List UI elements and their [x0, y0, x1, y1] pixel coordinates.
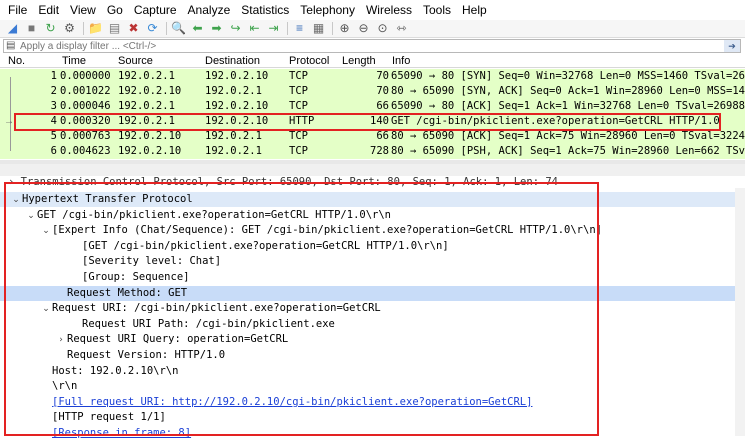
packet-cell-len: 66 [376, 130, 389, 142]
packet-cell-src: 192.0.2.1 [118, 100, 175, 112]
packet-cell-src: 192.0.2.10 [118, 130, 182, 142]
menu-telephony[interactable]: Telephony [300, 0, 355, 20]
menu-bar: File Edit View Go Capture Analyze Statistics Te… [0, 0, 745, 20]
toolbar-separator [166, 22, 167, 35]
packet-cell-src: 192.0.2.10 [118, 145, 182, 157]
zoom-normal-icon[interactable]: ⊙ [374, 21, 391, 36]
packet-cell-no: 3 [50, 100, 57, 112]
close-file-icon[interactable]: ✖ [125, 21, 142, 36]
packet-row[interactable]: 3 0.000046 192.0.2.1 192.0.2.10 TCP 66 65090 →… [0, 99, 745, 114]
toolbar-separator [287, 22, 288, 35]
menu-statistics[interactable]: Statistics [241, 0, 289, 20]
packet-cell-dst: 192.0.2.1 [205, 130, 262, 142]
autoscroll-icon[interactable]: ≡ [291, 21, 308, 36]
go-to-packet-icon[interactable]: ↪ [227, 21, 244, 36]
display-filter-bar: ▤ ➔ [3, 39, 741, 53]
find-magnifier-icon[interactable]: 🔍 [170, 21, 187, 36]
column-header-source[interactable]: Source [118, 55, 153, 67]
selected-packet-arrow-icon: → [4, 116, 14, 127]
packet-cell-len: 70 [376, 70, 389, 82]
packet-list-pane: No. Time Source Destination Protocol Len… [0, 54, 745, 160]
horizontal-scrollbar[interactable] [0, 164, 745, 176]
packet-cell-no: 5 [50, 130, 57, 142]
forward-arrow-icon[interactable]: ➡ [208, 21, 225, 36]
options-gear-icon[interactable]: ⚙ [61, 21, 78, 36]
packet-cell-time: 0.001022 [60, 85, 111, 97]
stop-square-icon[interactable]: ■ [23, 21, 40, 36]
packet-cell-proto: TCP [289, 100, 308, 112]
zoom-out-icon[interactable]: ⊖ [355, 21, 372, 36]
vertical-scrollbar[interactable] [735, 188, 745, 436]
column-header-time[interactable]: Time [62, 55, 86, 67]
conversation-bracket [10, 77, 11, 151]
packet-cell-len: 728 [370, 145, 389, 157]
packet-details-pane: › Transmission Control Protocol, Src Por… [0, 176, 745, 443]
save-file-icon[interactable]: ▤ [106, 21, 123, 36]
main-toolbar: ◢ ■ ↻ ⚙ 📁 ▤ ✖ ⟳ 🔍 ⬅ ➡ ↪ ⇤ ⇥ ≡ ▦ ⊕ ⊖ ⊙ ⇿ [0, 20, 745, 38]
packet-cell-no: 1 [50, 70, 57, 82]
packet-cell-info: 80 → 65090 [PSH, ACK] Seq=1 Ack=75 Win=2… [391, 145, 745, 157]
packet-row[interactable]: 1 0.000000 192.0.2.1 192.0.2.10 TCP 70 65090 →… [0, 69, 745, 84]
packet-row[interactable]: 6 0.004623 192.0.2.10 192.0.2.1 TCP 728 80 → 6… [0, 144, 745, 159]
bookmark-icon[interactable]: ▤ [6, 40, 15, 51]
display-filter-input[interactable] [4, 40, 724, 52]
packet-cell-info: 80 → 65090 [ACK] Seq=1 Ack=75 Win=28960 … [391, 130, 745, 142]
packet-list-header: No. Time Source Destination Protocol Len… [0, 54, 745, 68]
packet-cell-src: 192.0.2.1 [118, 70, 175, 82]
packet-cell-time: 0.000000 [60, 70, 111, 82]
packet-cell-dst: 192.0.2.1 [205, 85, 262, 97]
column-header-destination[interactable]: Destination [205, 55, 260, 67]
last-packet-icon[interactable]: ⇥ [265, 21, 282, 36]
resize-columns-icon[interactable]: ⇿ [393, 21, 410, 36]
packet-cell-len: 66 [376, 100, 389, 112]
packet-row[interactable]: 2 0.001022 192.0.2.10 192.0.2.1 TCP 70 80 → 65… [0, 84, 745, 99]
back-arrow-icon[interactable]: ⬅ [189, 21, 206, 36]
open-folder-icon[interactable]: 📁 [87, 21, 104, 36]
packet-cell-dst: 192.0.2.1 [205, 145, 262, 157]
toolbar-separator [332, 22, 333, 35]
packet-cell-dst: 192.0.2.10 [205, 70, 269, 82]
toolbar-separator [83, 22, 84, 35]
packet-cell-time: 0.000046 [60, 100, 111, 112]
menu-analyze[interactable]: Analyze [188, 0, 231, 20]
menu-go[interactable]: Go [107, 0, 123, 20]
packet-cell-dst: 192.0.2.10 [205, 100, 269, 112]
packet-cell-proto: TCP [289, 85, 308, 97]
menu-edit[interactable]: Edit [38, 0, 59, 20]
packet-cell-proto: TCP [289, 145, 308, 157]
column-header-protocol[interactable]: Protocol [289, 55, 329, 67]
restart-icon[interactable]: ↻ [42, 21, 59, 36]
menu-capture[interactable]: Capture [134, 0, 177, 20]
menu-tools[interactable]: Tools [423, 0, 451, 20]
zoom-in-icon[interactable]: ⊕ [336, 21, 353, 36]
packet-cell-no: 6 [50, 145, 57, 157]
column-header-info[interactable]: Info [392, 55, 410, 67]
packet-row[interactable]: 5 0.000763 192.0.2.10 192.0.2.1 TCP 66 80 → 65… [0, 129, 745, 144]
packet-cell-src: 192.0.2.10 [118, 85, 182, 97]
packet-cell-proto: TCP [289, 70, 308, 82]
menu-file[interactable]: File [8, 0, 27, 20]
colorize-icon[interactable]: ▦ [310, 21, 327, 36]
packet-cell-info: 65090 → 80 [ACK] Seq=1 Ack=1 Win=32768 L… [391, 100, 745, 112]
reload-icon[interactable]: ⟳ [144, 21, 161, 36]
column-header-no[interactable]: No. [8, 55, 25, 67]
packet-cell-info: 65090 → 80 [SYN] Seq=0 Win=32768 Len=0 M… [391, 70, 745, 82]
packet-cell-no: 2 [50, 85, 57, 97]
packet-cell-time: 0.000763 [60, 130, 111, 142]
column-header-length[interactable]: Length [342, 55, 376, 67]
highlight-box-http-details [4, 182, 599, 436]
highlight-box-packet-4 [14, 113, 721, 131]
first-packet-icon[interactable]: ⇤ [246, 21, 263, 36]
packet-cell-info: 80 → 65090 [SYN, ACK] Seq=0 Ack=1 Win=28… [391, 85, 745, 97]
packet-cell-proto: TCP [289, 130, 308, 142]
apply-filter-arrow-icon[interactable]: ➔ [724, 40, 740, 52]
menu-help[interactable]: Help [462, 0, 487, 20]
menu-view[interactable]: View [70, 0, 96, 20]
packet-cell-time: 0.004623 [60, 145, 111, 157]
shark-fin-start-icon[interactable]: ◢ [4, 21, 21, 36]
packet-cell-len: 70 [376, 85, 389, 97]
menu-wireless[interactable]: Wireless [366, 0, 412, 20]
